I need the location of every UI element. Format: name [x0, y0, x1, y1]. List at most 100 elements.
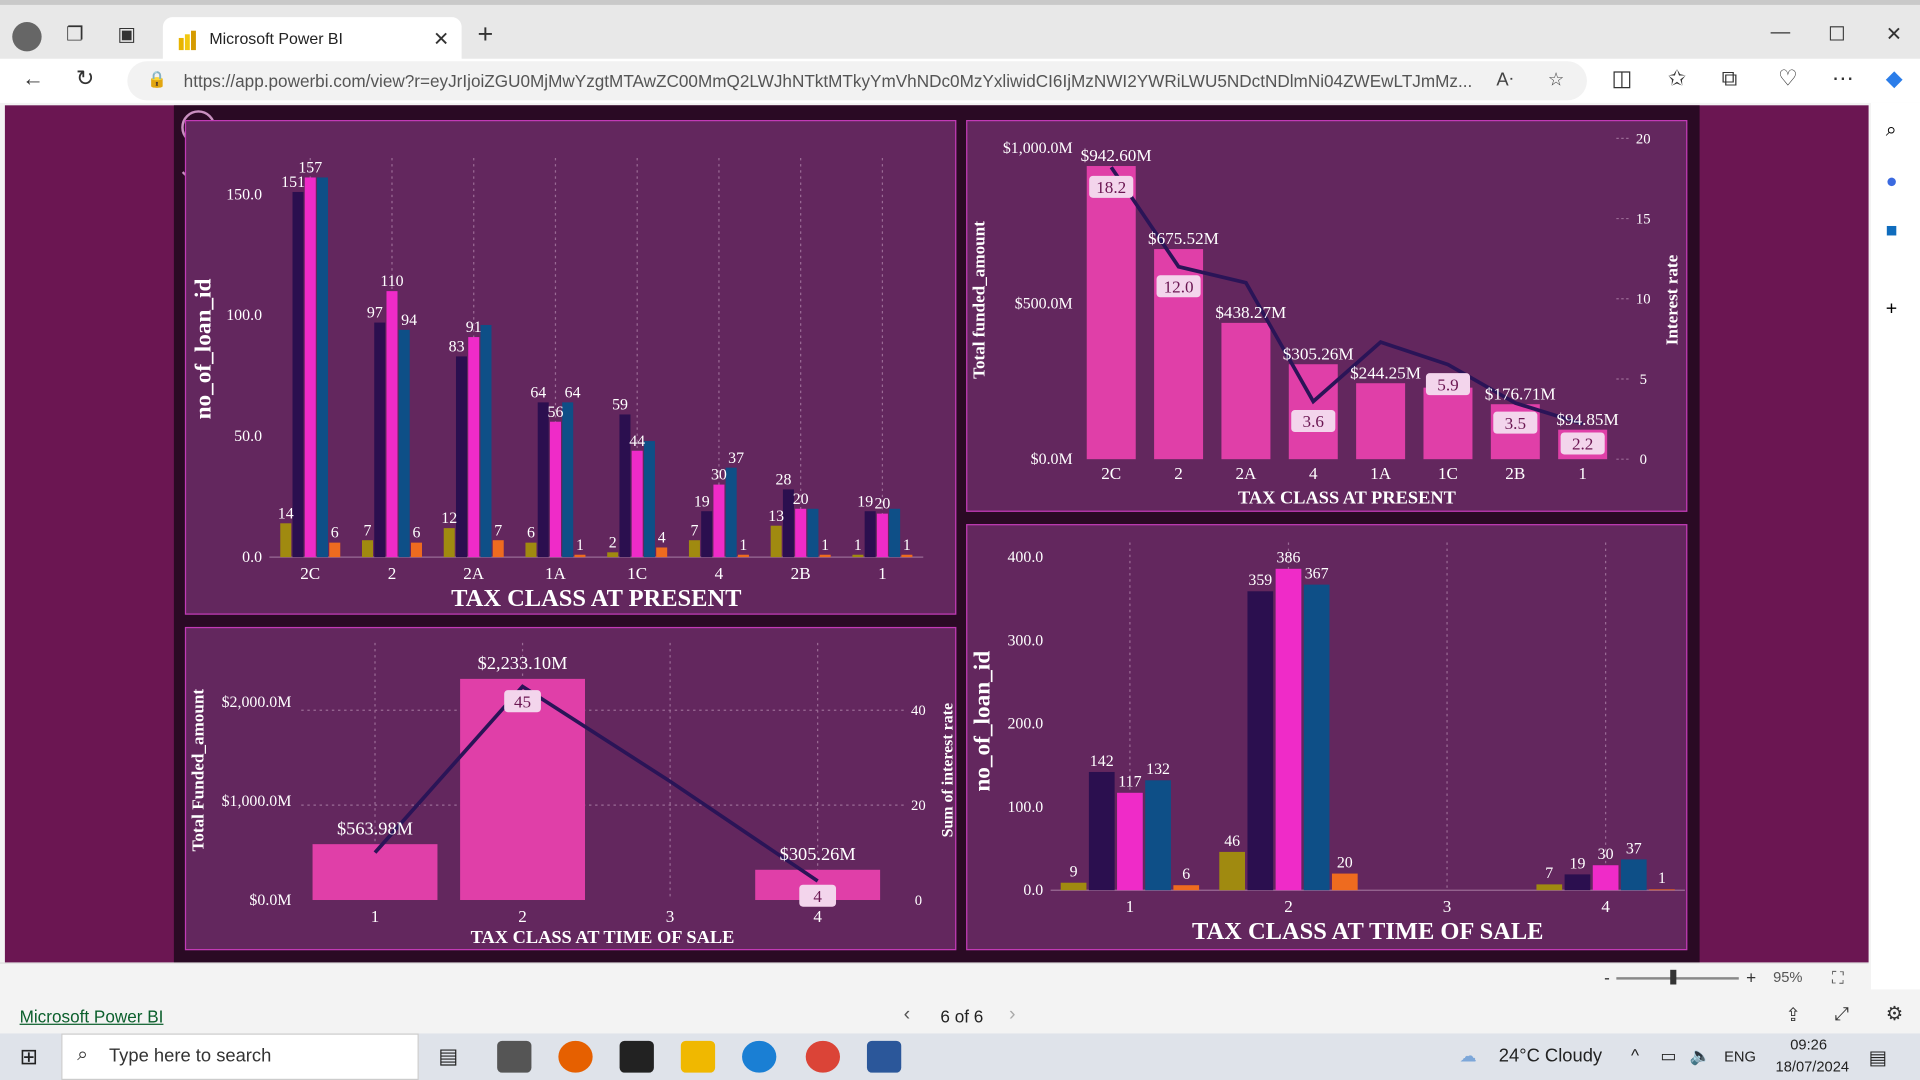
file-explorer-icon[interactable]: [680, 1040, 716, 1073]
data-label: 7: [364, 522, 372, 539]
y-axis-title: Total Funded_amount: [188, 689, 207, 852]
zoom-out-icon[interactable]: -: [1604, 967, 1610, 987]
maximize-icon[interactable]: ☐: [1828, 22, 1846, 46]
url-text[interactable]: https://app.powerbi.com/view?r=eyJrIjoiZ…: [184, 71, 1482, 91]
x-tick-label: 1C: [1438, 464, 1458, 483]
read-aloud-icon[interactable]: Aᐧ: [1496, 69, 1513, 91]
collections-icon[interactable]: ⧉: [1722, 66, 1738, 92]
add-sidebar-icon[interactable]: +: [1886, 299, 1897, 321]
zoom-slider[interactable]: [1616, 977, 1739, 980]
back-icon[interactable]: ←: [22, 66, 44, 92]
data-label: 20: [874, 496, 890, 513]
close-window-icon[interactable]: ✕: [1886, 22, 1902, 46]
bar: [1536, 884, 1563, 891]
outlook-icon[interactable]: ■: [1886, 220, 1898, 242]
data-label: 97: [367, 305, 383, 322]
y-tick-label: 50.0: [234, 428, 262, 445]
data-label: 7: [1545, 865, 1553, 882]
favorites-icon[interactable]: ✩: [1668, 66, 1686, 92]
profile-avatar[interactable]: [12, 22, 42, 52]
task-view-icon[interactable]: ▤: [438, 1044, 458, 1068]
prev-page-icon[interactable]: ‹: [904, 1004, 911, 1026]
navigation-bar: ← ↻ 🔒 https://app.powerbi.com/view?r=eyJ…: [0, 58, 1920, 103]
bar-value-label: $244.25M: [1350, 363, 1421, 382]
y2-tick-label: 20: [1636, 131, 1651, 147]
y2-tick-label: 20: [911, 798, 926, 814]
data-label: 46: [1224, 833, 1240, 850]
data-label: 56: [548, 404, 564, 421]
tab-actions-icon[interactable]: ▣: [118, 22, 137, 46]
weather-cloud-icon[interactable]: ☁: [1460, 1046, 1477, 1067]
copilot-side-icon[interactable]: ●: [1886, 171, 1898, 193]
tab-strip: ❐ ▣ Microsoft Power BI ✕ + — ☐ ✕: [0, 0, 1920, 64]
windows-start-icon[interactable]: ⊞: [20, 1044, 38, 1070]
mail-icon[interactable]: [497, 1040, 532, 1073]
bar-value-label: $305.26M: [780, 844, 856, 864]
chart-funded-amount-by-tax-class-present[interactable]: $0.0M $500.0M $1,000.0M 0 5 10 15 20 2C 2 2A 4 1A 1C 2…: [966, 120, 1688, 512]
zoom-thumb[interactable]: [1670, 969, 1677, 985]
settings-gear-icon[interactable]: ⚙: [1886, 1002, 1904, 1026]
x-tick-label: 4: [1309, 464, 1318, 483]
data-label: 2: [609, 534, 617, 551]
refresh-icon[interactable]: ↻: [76, 66, 94, 92]
chrome-icon[interactable]: [805, 1040, 841, 1073]
x-tick-label: 2: [388, 564, 397, 583]
search-icon[interactable]: ⌕: [1886, 120, 1897, 142]
chart-loans-by-tax-class-sale[interactable]: 0.0 100.0 200.0 300.0 400.0 9 142 117 132 6 1 46 359…: [966, 524, 1688, 951]
series-line: [373, 684, 819, 883]
data-label: 1: [821, 537, 829, 554]
weather-text[interactable]: 24°C Cloudy: [1499, 1046, 1602, 1067]
data-label: 117: [1118, 774, 1141, 791]
data-label: 6: [331, 525, 339, 542]
x-tick-label: 2C: [1101, 464, 1121, 483]
lock-icon[interactable]: 🔒: [147, 70, 167, 90]
x-tick-label: 2: [1174, 464, 1183, 483]
split-screen-icon[interactable]: ◫: [1611, 66, 1632, 92]
close-tab-icon[interactable]: ✕: [433, 27, 449, 51]
fullscreen-icon[interactable]: ⤢: [1834, 1004, 1849, 1025]
network-icon[interactable]: ▭: [1660, 1046, 1676, 1067]
data-label: 13: [768, 508, 784, 525]
windows-taskbar: ⊞ ⌕ Type here to search ▤ ☁ 24°C Cloudy …: [0, 1033, 1920, 1080]
new-tab-icon[interactable]: +: [478, 20, 494, 47]
zoom-in-icon[interactable]: +: [1746, 967, 1756, 987]
chart-loans-by-tax-class-present[interactable]: 0.0 50.0 100.0 150.0 14 151 157 6 2C 7 97 110 94 6 2 12…: [184, 120, 957, 615]
edge-icon[interactable]: [742, 1040, 777, 1073]
taskbar-search[interactable]: ⌕ Type here to search: [61, 1033, 419, 1080]
more-menu-icon[interactable]: ⋯: [1832, 66, 1854, 92]
language-indicator[interactable]: ENG: [1724, 1048, 1756, 1065]
x-tick-label: 2B: [1505, 464, 1525, 483]
chart-funded-amount-by-tax-class-sale[interactable]: $0.0M $1,000.0M $2,000.0M 0 20 40 1 2 3 4 $563.98M…: [184, 626, 957, 951]
store-icon[interactable]: [619, 1040, 654, 1073]
notifications-icon[interactable]: ▤: [1869, 1046, 1888, 1070]
firefox-icon[interactable]: [558, 1040, 593, 1073]
word-icon[interactable]: [866, 1040, 902, 1073]
bar: [1423, 387, 1473, 460]
share-icon[interactable]: ⇪: [1785, 1004, 1800, 1026]
x-tick-label: 3: [666, 907, 675, 926]
favorite-star-icon[interactable]: ☆: [1548, 69, 1564, 91]
fit-page-icon[interactable]: ⛶: [1832, 967, 1844, 988]
next-page-icon[interactable]: ›: [1009, 1004, 1016, 1026]
clock-time[interactable]: 09:26: [1790, 1036, 1827, 1053]
bar: [386, 291, 398, 558]
address-bar[interactable]: 🔒 https://app.powerbi.com/view?r=eyJrIjo…: [127, 61, 1587, 101]
y2-tick-label: 0: [915, 893, 922, 909]
clock-date[interactable]: 18/07/2024: [1776, 1058, 1850, 1075]
copilot-icon[interactable]: ◆: [1886, 66, 1903, 92]
data-label: 44: [629, 433, 645, 450]
tab-power-bi[interactable]: Microsoft Power BI ✕: [162, 17, 462, 64]
tray-chevron-icon[interactable]: ^: [1631, 1046, 1639, 1066]
powerbi-link[interactable]: Microsoft Power BI: [20, 1007, 164, 1027]
bar: [410, 542, 422, 558]
x-tick-label: 1A: [1370, 464, 1392, 483]
browser-essentials-icon[interactable]: ♡: [1778, 66, 1798, 92]
bar: [889, 508, 901, 558]
bar: [1620, 859, 1647, 891]
volume-icon[interactable]: 🔈: [1690, 1046, 1711, 1067]
minimize-icon[interactable]: —: [1771, 22, 1791, 44]
chart3-svg: $0.0M $1,000.0M $2,000.0M 0 20 40 1 2 3 4 $563.98M…: [188, 642, 957, 947]
workspaces-icon[interactable]: ❐: [66, 22, 84, 46]
line-value-label: 3.5: [1505, 414, 1526, 433]
data-label: 1: [1658, 870, 1666, 887]
